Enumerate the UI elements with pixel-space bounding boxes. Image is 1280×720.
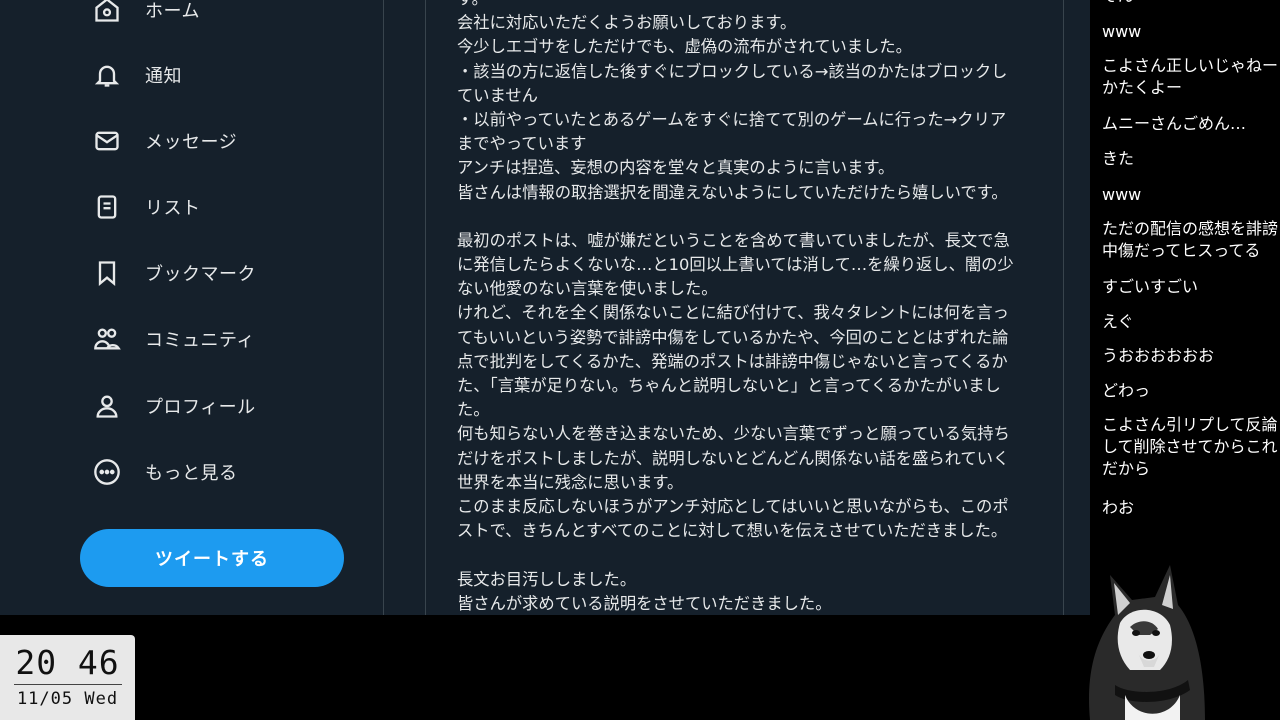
chat-message: www bbox=[1102, 185, 1142, 204]
post-line: に発信したらよくないな…と10回以上書いては消して…を繰り返し、闇の少 bbox=[457, 255, 1014, 275]
chat-message: ただの配信の感想を誹謗中傷だってヒスってる bbox=[1102, 219, 1279, 260]
list-icon bbox=[92, 192, 122, 222]
post-line bbox=[457, 543, 1047, 567]
chat-message: うおおおおおお bbox=[1102, 346, 1215, 365]
chat-message: きた bbox=[1102, 149, 1135, 168]
sidebar-item-communities[interactable]: コミュニティ bbox=[92, 319, 255, 359]
bell-icon bbox=[92, 60, 122, 90]
sidebar-nav: ホーム 通知 メッセージ リスト ブックマーク コミュニティ プロフィール もっ… bbox=[0, 0, 383, 615]
post-line: た。 bbox=[457, 400, 490, 420]
post-line: このまま反応しないほうがアンチ対応としてはいいと思いながらも、このポ bbox=[457, 496, 1009, 516]
sidebar-item-more[interactable]: もっと見る bbox=[92, 452, 238, 492]
sidebar-item-label: もっと見る bbox=[145, 463, 238, 484]
twitter-window: ホーム 通知 メッセージ リスト ブックマーク コミュニティ プロフィール もっ… bbox=[0, 0, 1090, 615]
post-line: だけをポストしましたが、説明しないとどんどん関係ない話を盛られていく bbox=[457, 448, 1010, 468]
post-line: までやっています bbox=[457, 134, 587, 154]
post-line: 何も知らない人を巻き込まないため、少ない言葉でずっと願っている気持ち bbox=[457, 424, 1010, 444]
sidebar-item-label: ブックマーク bbox=[145, 264, 256, 285]
post-line: ・以前やっていたとあるゲームをすぐに捨てて別のゲームに行った→クリア bbox=[457, 109, 1007, 129]
post-line: アンチは捏造、妄想の内容を堂々と真実のように言います。 bbox=[457, 158, 895, 178]
post-line: 最初のポストは、嘘が嫌だということを含めて書いていましたが、長文で急 bbox=[457, 230, 1010, 250]
sidebar-item-notifications[interactable]: 通知 bbox=[92, 55, 182, 95]
sidebar-item-lists[interactable]: リスト bbox=[92, 187, 201, 227]
sidebar-item-messages[interactable]: メッセージ bbox=[92, 121, 237, 161]
sidebar-item-label: リスト bbox=[145, 198, 201, 219]
post-line: 皆さんは情報の取捨選択を間違えないようにしていただけたら嬉しいです。 bbox=[457, 182, 1008, 202]
sidebar-item-label: コミュニティ bbox=[145, 330, 255, 351]
post-line: 長文お目汚ししました。 bbox=[457, 569, 637, 589]
post-line bbox=[457, 205, 1047, 229]
timeline-border-right bbox=[1063, 0, 1064, 615]
tweet-button[interactable]: ツイートする bbox=[80, 529, 344, 587]
post-line: ない他愛のない言葉を使いました。 bbox=[457, 279, 718, 299]
chat-message: こよさん引リプして反論して削除させてからこれだから bbox=[1102, 415, 1278, 478]
sidebar-item-profile[interactable]: プロフィール bbox=[92, 386, 256, 426]
chat-message: こよさん正しいじゃねーかたくよー bbox=[1102, 56, 1279, 97]
chat-message: そん bbox=[1102, 0, 1280, 7]
post-line: 会社に対応いただくようお願いしております。 bbox=[457, 13, 797, 33]
post-line: ・該当の方に返信した後すぐにブロックしている→該当のかたはブロックし bbox=[457, 61, 1008, 81]
mail-icon bbox=[92, 126, 122, 156]
post-text: す。会社に対応いただくようお願いしております。今少しエゴサをしただけでも、虚偽の… bbox=[457, 0, 1047, 615]
post-line: た、「言葉が足りない。ちゃんと説明しないと」と言ってくるかたがいまし bbox=[457, 376, 1001, 395]
post-line: ていません bbox=[457, 85, 538, 105]
post-line: 世界を本当に残念に思います。 bbox=[457, 472, 684, 492]
post-line: てもいいという姿勢で誹謗中傷をしているかたや、今回のこととはずれた論 bbox=[457, 327, 1009, 347]
post-line: ストで、きちんとすべてのことに対して想いを伝えさせていただきました。 bbox=[457, 521, 1008, 541]
chat-message: ムニーさんごめん… bbox=[1102, 114, 1247, 133]
sidebar-item-home[interactable]: ホーム bbox=[92, 0, 200, 30]
sidebar-item-label: プロフィール bbox=[145, 397, 256, 418]
chat-message: www bbox=[1102, 22, 1142, 41]
husky-dog-image bbox=[1089, 565, 1205, 720]
sidebar-item-label: ホーム bbox=[145, 1, 200, 22]
clock-divider bbox=[14, 684, 122, 685]
sidebar-item-bookmarks[interactable]: ブックマーク bbox=[92, 253, 256, 293]
sidebar-item-label: メッセージ bbox=[145, 132, 238, 153]
chat-message: すごいすごい bbox=[1102, 277, 1199, 296]
post-line: 点で批判をしてくるかた、発端のポストは誹謗中傷じゃないと言ってくるか bbox=[457, 351, 1008, 371]
clock-date: 11/05 Wed bbox=[16, 689, 119, 709]
chat-message: えぐ bbox=[1102, 312, 1134, 331]
clock-time: 20 46 bbox=[15, 643, 120, 682]
sidebar-item-label: 通知 bbox=[145, 66, 182, 87]
timeline-border-left bbox=[425, 0, 426, 615]
sidebar-divider bbox=[383, 0, 384, 615]
post-line: 今少しエゴサをしただけでも、虚偽の流布がされていました。 bbox=[457, 37, 912, 57]
chat-message: どわっ bbox=[1102, 381, 1151, 400]
more-icon bbox=[92, 457, 122, 487]
profile-icon bbox=[92, 391, 122, 421]
community-icon bbox=[92, 324, 122, 354]
post-line: けれど、それを全く関係ないことに結び付けて、我々タレントには何を言っ bbox=[457, 303, 1009, 323]
bookmark-icon bbox=[92, 258, 122, 288]
post-line: す。 bbox=[457, 0, 1047, 11]
chat-message: わお bbox=[1102, 498, 1135, 517]
clock-widget: 20 46 11/05 Wed bbox=[0, 635, 135, 720]
post-line: 皆さんが求めている説明をさせていただきました。 bbox=[457, 593, 832, 613]
home-icon bbox=[92, 0, 122, 25]
